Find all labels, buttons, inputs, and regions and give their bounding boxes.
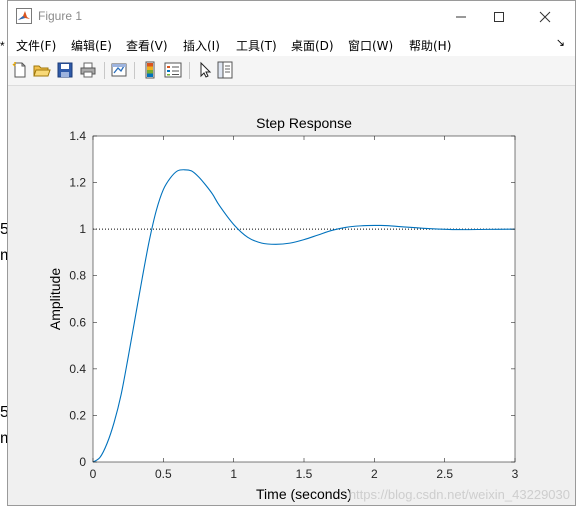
figure-window: Figure 1 文件(F) 编辑(E) 查看(V) 插入(I) 工具(T) 桌… — [7, 0, 576, 506]
menu-edit[interactable]: 编辑(E) — [71, 37, 112, 54]
open-file-icon[interactable] — [33, 61, 51, 79]
link-plot-icon[interactable] — [110, 61, 128, 79]
insert-legend-icon[interactable] — [164, 61, 182, 79]
y-tick-label: 1.4 — [69, 129, 86, 143]
maximize-button[interactable] — [476, 1, 522, 32]
matlab-logo-icon — [16, 8, 32, 24]
background-text-fragment: * — [0, 39, 5, 53]
x-tick-label: 1.5 — [296, 467, 313, 481]
property-inspector-icon[interactable] — [216, 61, 234, 79]
step-response-chart: 0 0.5 1 1.5 2 2.5 3 0 0.2 0.4 0.6 0.8 1 1.2 1.4 Step … — [47, 115, 570, 502]
print-icon[interactable] — [79, 61, 97, 79]
maximize-icon — [494, 11, 504, 22]
menu-insert[interactable]: 插入(I) — [183, 37, 220, 54]
window-title: Figure 1 — [38, 9, 83, 23]
menu-help[interactable]: 帮助(H) — [409, 37, 451, 54]
y-tick-label: 1.2 — [69, 176, 86, 190]
minimize-icon — [456, 16, 466, 17]
y-axis-label: Amplitude — [47, 268, 63, 330]
menu-bar: 文件(F) 编辑(E) 查看(V) 插入(I) 工具(T) 桌面(D) 窗口(W… — [8, 32, 575, 56]
y-tick-label: 0 — [79, 455, 86, 469]
title-bar[interactable]: Figure 1 — [8, 1, 575, 32]
close-icon — [539, 11, 551, 22]
menu-desktop[interactable]: 桌面(D) — [291, 37, 334, 54]
toolbar-separator — [134, 62, 135, 79]
menu-overflow-icon[interactable]: ↘ — [556, 36, 565, 49]
toolbar — [8, 56, 575, 86]
y-tick-label: 0.6 — [69, 315, 86, 329]
new-figure-icon[interactable] — [11, 61, 29, 79]
axes-background — [93, 136, 515, 462]
x-axis-label: Time (seconds) — [256, 486, 352, 502]
menu-file[interactable]: 文件(F) — [16, 37, 56, 54]
x-tick-label: 3 — [512, 467, 519, 481]
y-tick-label: 0.4 — [69, 362, 86, 376]
x-tick-label: 2.5 — [436, 467, 453, 481]
menu-tools[interactable]: 工具(T) — [236, 37, 277, 54]
y-tick-label: 0.8 — [69, 269, 86, 283]
insert-colorbar-icon[interactable] — [141, 61, 159, 79]
y-tick-label: 1 — [79, 222, 86, 236]
save-icon[interactable] — [56, 61, 74, 79]
chart-title: Step Response — [256, 115, 352, 131]
menu-view[interactable]: 查看(V) — [126, 37, 168, 54]
x-tick-label: 0 — [90, 467, 97, 481]
edit-plot-icon[interactable] — [196, 61, 214, 79]
menu-window[interactable]: 窗口(W) — [348, 37, 393, 54]
x-tick-label: 0.5 — [155, 467, 172, 481]
figure-canvas: 0 0.5 1 1.5 2 2.5 3 0 0.2 0.4 0.6 0.8 1 1.2 1.4 Step … — [8, 86, 575, 505]
y-tick-label: 0.2 — [69, 408, 86, 422]
watermark-text: https://blog.csdn.net/weixin_43229030 — [349, 487, 570, 502]
toolbar-separator — [189, 62, 190, 79]
x-tick-label: 2 — [371, 467, 378, 481]
x-tick-label: 1 — [230, 467, 237, 481]
close-button[interactable] — [522, 1, 568, 32]
toolbar-separator — [104, 62, 105, 79]
